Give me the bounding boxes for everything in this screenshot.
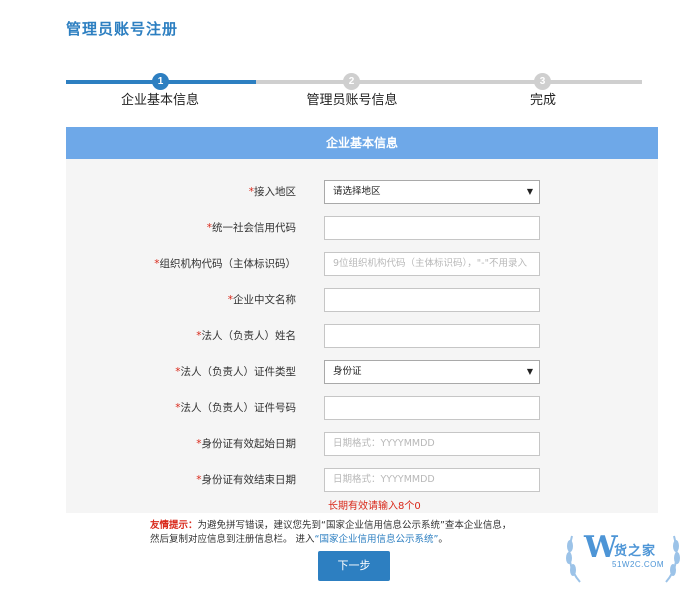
org-code-label: *组织机构代码（主体标识码） [154,258,296,270]
step-3-label: 完成 [529,93,557,108]
org-code-input[interactable]: 9位组织机构代码（主体标识码），"-"不用录入 [324,252,540,276]
step-2-indicator: 2 [343,73,360,90]
stepper-track-pending [256,80,642,84]
id-start-date-input[interactable]: 日期格式：YYYYMMDD [324,432,540,456]
credit-system-link[interactable]: “国家企业信用信息公示系统” [315,534,439,545]
id-number-label: *法人（负责人）证件号码 [175,402,296,414]
next-step-button[interactable]: 下一步 [318,551,390,581]
region-select[interactable]: 请选择地区 ▼ [324,180,540,204]
page-title: 管理员账号注册 [66,20,179,38]
company-name-input[interactable] [324,288,540,312]
credit-code-input[interactable] [324,216,540,240]
friendly-tips: 友情提示：为避免拼写错误，建议您先到“国家企业信用信息公示系统”查本企业信息， … [150,520,512,545]
credit-code-label: *统一社会信用代码 [206,222,296,234]
watermark-logo: W 货之家 51W2C.COM [558,520,688,590]
company-name-label: *企业中文名称 [227,294,296,306]
form-row-region: *接入地区 请选择地区 ▼ [66,180,658,204]
watermark-name: 货之家 [614,544,657,559]
step-3-indicator: 3 [534,73,551,90]
form-row-id-start-date: *身份证有效起始日期 日期格式：YYYYMMDD [66,432,658,456]
panel-header: 企业基本信息 [66,127,658,159]
legal-name-input[interactable] [324,324,540,348]
form-row-id-number: *法人（负责人）证件号码 [66,396,658,420]
form-row-id-type: *法人（负责人）证件类型 身份证 ▼ [66,360,658,384]
id-type-label: *法人（负责人）证件类型 [175,366,296,378]
chevron-down-icon: ▼ [526,367,533,376]
region-label: *接入地区 [248,186,296,198]
legal-name-label: *法人（负责人）姓名 [196,330,296,342]
form-row-id-end-date: *身份证有效结束日期 日期格式：YYYYMMDD [66,468,658,492]
enterprise-info-panel: 企业基本信息 *接入地区 请选择地区 ▼ *统一社会信用代码 *组织机构代码（主… [66,127,658,513]
tips-text-2: 然后复制对应信息到注册信息栏。 进入 [150,534,315,545]
id-type-select[interactable]: 身份证 ▼ [324,360,540,384]
form-row-credit-code: *统一社会信用代码 [66,216,658,240]
form-row-org-code: *组织机构代码（主体标识码） 9位组织机构代码（主体标识码），"-"不用录入 [66,252,658,276]
step-1-indicator: 1 [152,73,169,90]
form-row-legal-name: *法人（负责人）姓名 [66,324,658,348]
tips-text-1: 为避免拼写错误，建议您先到“国家企业信用信息公示系统”查本企业信息， [197,520,512,531]
watermark-url: 51W2C.COM [612,560,665,569]
tips-heading: 友情提示： [150,520,198,531]
step-1-label: 企业基本信息 [120,93,200,108]
id-start-date-label: *身份证有效起始日期 [196,438,296,450]
step-2-label: 管理员账号信息 [306,93,398,108]
id-number-input[interactable] [324,396,540,420]
progress-stepper: 1 企业基本信息 2 管理员账号信息 3 完成 [66,72,642,112]
id-end-date-label: *身份证有效结束日期 [196,474,296,486]
form-row-company-name: *企业中文名称 [66,288,658,312]
id-end-date-input[interactable]: 日期格式：YYYYMMDD [324,468,540,492]
long-term-hint: 长期有效请输入8个0 [328,501,421,512]
chevron-down-icon: ▼ [526,187,533,196]
